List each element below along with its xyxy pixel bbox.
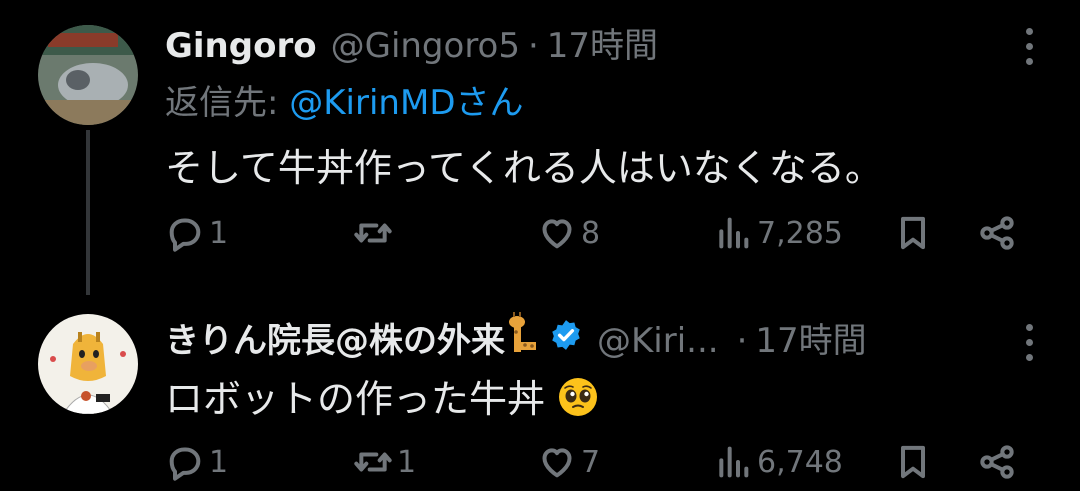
- bookmark-icon: [901, 445, 925, 479]
- mention-link[interactable]: @KirinMDさん: [289, 83, 523, 123]
- display-name[interactable]: きりん院長@株の外来: [165, 313, 505, 362]
- tweet-2[interactable]: きりん院長@株の外来 @Kiri... · 17時間 ロボットの作った牛丼 1 …: [0, 290, 1080, 491]
- like-count: 8: [581, 215, 601, 251]
- share-button[interactable]: [977, 442, 1017, 482]
- reply-icon: [169, 218, 201, 252]
- retweet-icon: [354, 452, 392, 472]
- share-button[interactable]: [977, 213, 1017, 253]
- avatar-gingoro[interactable]: [38, 25, 138, 125]
- verified-icon: [552, 320, 580, 350]
- tweet-1[interactable]: Gingoro @Gingoro5 · 17時間 返信先: @KirinMDさん…: [0, 0, 1080, 295]
- retweet-icon: [354, 223, 392, 243]
- replying-prefix: 返信先:: [165, 83, 290, 123]
- giraffe-emoji: [505, 312, 539, 361]
- retweet-button[interactable]: 1: [353, 442, 416, 482]
- separator-dot: ·: [736, 321, 748, 361]
- tweet-text-content: ロボットの作った牛丼: [165, 377, 546, 421]
- share-icon: [980, 445, 1014, 479]
- timestamp[interactable]: 17時間: [547, 18, 658, 67]
- user-handle[interactable]: @Kiri...: [597, 321, 719, 361]
- replying-to: 返信先: @KirinMDさん: [165, 75, 524, 124]
- reply-count: 1: [209, 444, 229, 480]
- like-button[interactable]: 7: [537, 442, 600, 482]
- reply-button[interactable]: 1: [165, 213, 228, 253]
- bookmark-button[interactable]: [893, 442, 933, 482]
- display-name[interactable]: Gingoro: [165, 26, 317, 66]
- like-count: 7: [581, 444, 601, 480]
- views-button[interactable]: 7,285: [713, 213, 843, 253]
- views-icon: [719, 446, 749, 478]
- pleading-face-emoji: [557, 376, 599, 427]
- avatar-kirin[interactable]: [38, 314, 138, 414]
- like-button[interactable]: 8: [537, 213, 600, 253]
- retweet-count: 1: [397, 444, 417, 480]
- tweet-header: きりん院長@株の外来 @Kiri... · 17時間: [165, 312, 867, 362]
- views-count: 6,748: [757, 444, 843, 480]
- action-bar: 1 1 7 6,748: [165, 442, 1035, 486]
- action-bar: 1 8 7,285: [165, 213, 1035, 257]
- tweet-header: Gingoro @Gingoro5 · 17時間: [165, 18, 658, 67]
- like-icon: [542, 448, 572, 478]
- like-icon: [542, 219, 572, 249]
- bookmark-button[interactable]: [893, 213, 933, 253]
- more-icon[interactable]: [1026, 28, 1034, 65]
- bookmark-icon: [901, 216, 925, 250]
- tweet-text: そして牛丼作ってくれる人はいなくなる。: [165, 146, 883, 190]
- reply-count: 1: [209, 215, 229, 251]
- reply-icon: [169, 447, 201, 481]
- user-handle[interactable]: @Gingoro5: [331, 26, 520, 66]
- share-icon: [980, 216, 1014, 250]
- views-button[interactable]: 6,748: [713, 442, 843, 482]
- views-icon: [719, 217, 749, 249]
- views-count: 7,285: [757, 215, 843, 251]
- timestamp[interactable]: 17時間: [755, 313, 866, 362]
- more-icon[interactable]: [1026, 324, 1034, 361]
- thread-line: [86, 130, 90, 295]
- reply-button[interactable]: 1: [165, 442, 228, 482]
- tweet-text: ロボットの作った牛丼: [165, 368, 599, 427]
- separator-dot: ·: [527, 26, 539, 66]
- retweet-button[interactable]: [353, 213, 397, 253]
